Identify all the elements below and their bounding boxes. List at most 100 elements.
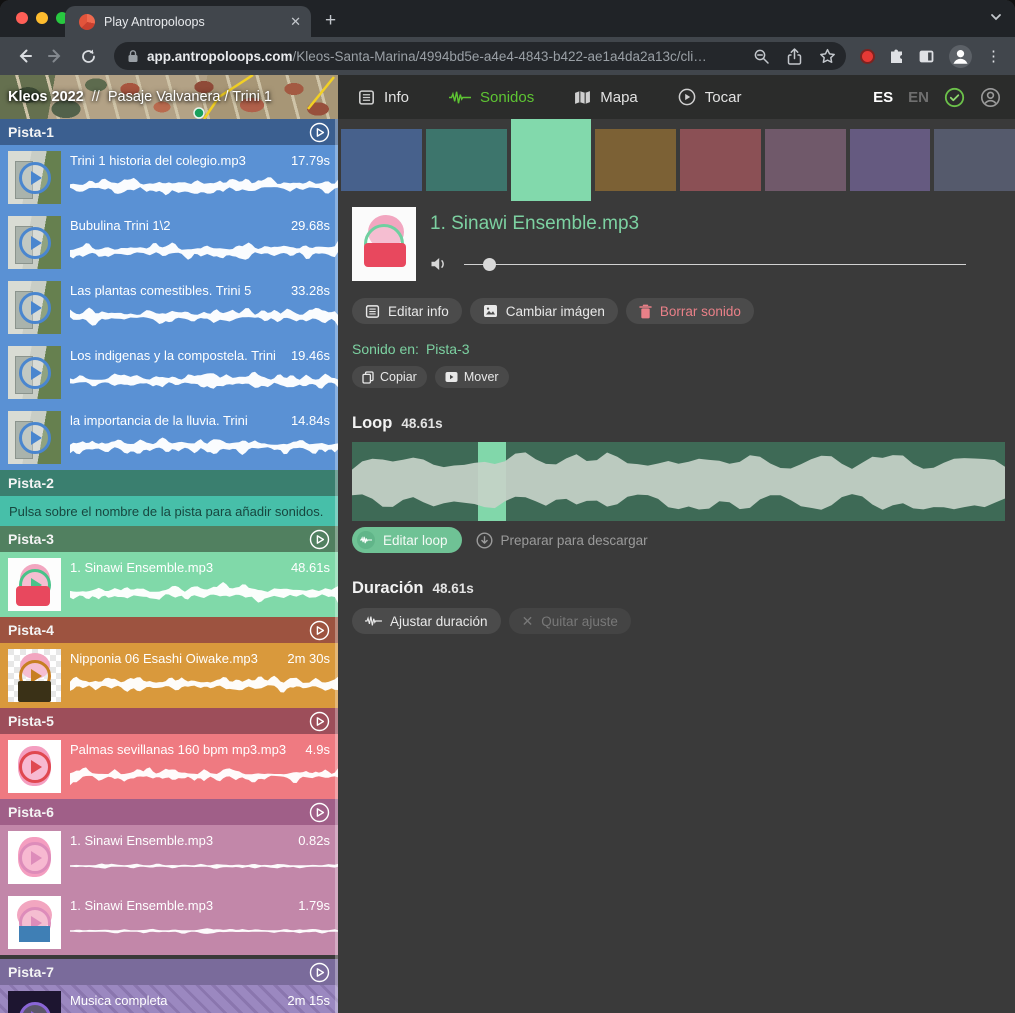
share-icon[interactable] xyxy=(787,48,802,65)
browser-profile-avatar[interactable] xyxy=(948,44,973,69)
track-color-swatch-1[interactable] xyxy=(341,129,422,191)
clip-play-button[interactable] xyxy=(19,751,51,783)
edit-info-button[interactable]: Editar info xyxy=(352,298,462,324)
project-map-thumbnail[interactable]: Kleos 2022 // Pasaje Valvanera / Trini 1 xyxy=(0,75,338,119)
track-name[interactable]: Pista-2 xyxy=(8,475,54,491)
clip-play-button[interactable] xyxy=(19,357,51,389)
clip-play-button[interactable] xyxy=(19,1002,51,1013)
change-image-button[interactable]: Cambiar imágen xyxy=(470,298,618,324)
clip-thumbnail[interactable] xyxy=(8,896,61,949)
clip-row[interactable]: Palmas sevillanas 160 bpm mp3.mp34.9s xyxy=(0,734,338,799)
back-button[interactable] xyxy=(10,42,38,70)
track-name[interactable]: Pista-4 xyxy=(8,622,54,638)
clip-row[interactable]: Trini 1 historia del colegio.mp317.79s xyxy=(0,145,338,210)
clip-play-button[interactable] xyxy=(19,842,51,874)
clip-play-button[interactable] xyxy=(19,660,51,692)
move-button[interactable]: Mover xyxy=(435,366,509,388)
play-button[interactable] xyxy=(364,224,404,264)
clip-thumbnail[interactable] xyxy=(8,151,61,204)
clip-row[interactable]: Los indigenas y la compostela. Trini19.4… xyxy=(0,340,338,405)
url-bar[interactable]: app.antropoloops.com/Kleos-Santa-Marina/… xyxy=(114,42,846,70)
clip-thumbnail[interactable] xyxy=(8,346,61,399)
clip-play-button[interactable] xyxy=(19,907,51,939)
clip-row[interactable]: Musica completa2m 15s xyxy=(0,985,338,1013)
tab-close-icon[interactable]: ✕ xyxy=(290,14,301,30)
clip-play-button[interactable] xyxy=(19,422,51,454)
record-extension-icon[interactable] xyxy=(860,49,875,64)
track-name[interactable]: Pista-5 xyxy=(8,713,54,729)
track-play-icon[interactable] xyxy=(309,122,330,143)
delete-sound-button[interactable]: Borrar sonido xyxy=(626,298,754,324)
loop-waveform-editor[interactable] xyxy=(352,442,1005,521)
tab-sonidos[interactable]: Sonidos xyxy=(449,89,534,106)
remove-adjust-button[interactable]: ✕ Quitar ajuste xyxy=(509,608,631,634)
clip-row[interactable]: la importancia de la lluvia. Trini14.84s xyxy=(0,405,338,470)
track-name[interactable]: Pista-3 xyxy=(8,531,54,547)
language-en[interactable]: EN xyxy=(908,89,929,106)
clip-thumbnail[interactable] xyxy=(8,831,61,884)
clip-row[interactable]: 1. Sinawi Ensemble.mp30.82s xyxy=(0,825,338,890)
tab-tocar[interactable]: Tocar xyxy=(678,88,742,106)
clip-thumbnail[interactable] xyxy=(8,558,61,611)
breadcrumb-path[interactable]: Pasaje Valvanera / Trini 1 xyxy=(108,89,272,105)
clip-thumbnail[interactable] xyxy=(8,216,61,269)
track-color-swatch-6[interactable] xyxy=(765,129,846,191)
track-play-icon[interactable] xyxy=(309,620,330,641)
track-name[interactable]: Pista-6 xyxy=(8,804,54,820)
prepare-download-button[interactable]: Preparar para descargar xyxy=(476,532,648,549)
clip-play-button[interactable] xyxy=(19,292,51,324)
split-view-icon[interactable] xyxy=(918,48,935,65)
track-header-pista-7[interactable]: Pista-7 xyxy=(0,959,338,985)
track-color-swatch-4[interactable] xyxy=(595,129,676,191)
minimize-window-button[interactable] xyxy=(36,12,48,24)
browser-menu-icon[interactable]: ⋮ xyxy=(986,47,1001,65)
track-color-swatch-7[interactable] xyxy=(850,129,931,191)
sidebar-scrollbar[interactable] xyxy=(335,119,338,1013)
adjust-duration-button[interactable]: Ajustar duración xyxy=(352,608,501,634)
track-name[interactable]: Pista-7 xyxy=(8,964,54,980)
clip-play-button[interactable] xyxy=(19,569,51,601)
clip-thumbnail[interactable] xyxy=(8,649,61,702)
reload-button[interactable] xyxy=(74,42,102,70)
new-tab-button[interactable]: + xyxy=(325,7,336,35)
extensions-puzzle-icon[interactable] xyxy=(888,48,905,65)
track-play-icon[interactable] xyxy=(309,802,330,823)
macos-traffic-lights[interactable] xyxy=(16,12,68,24)
track-play-icon[interactable] xyxy=(309,962,330,983)
track-name[interactable]: Pista-1 xyxy=(8,124,54,140)
clip-play-button[interactable] xyxy=(19,227,51,259)
track-color-swatch-5[interactable] xyxy=(680,129,761,191)
clip-row[interactable]: Nipponia 06 Esashi Oiwake.mp32m 30s xyxy=(0,643,338,708)
breadcrumb-project[interactable]: Kleos 2022 xyxy=(8,89,84,105)
track-header-pista-1[interactable]: Pista-1 xyxy=(0,119,338,145)
track-color-swatch-3[interactable] xyxy=(511,119,592,201)
track-header-pista-4[interactable]: Pista-4 xyxy=(0,617,338,643)
clip-row[interactable]: Bubulina Trini 1\229.68s xyxy=(0,210,338,275)
copy-button[interactable]: Copiar xyxy=(352,366,427,388)
zoom-out-icon[interactable] xyxy=(753,48,770,65)
clip-thumbnail[interactable] xyxy=(8,411,61,464)
clip-thumbnail[interactable] xyxy=(8,740,61,793)
volume-slider[interactable] xyxy=(464,258,966,271)
volume-slider-thumb[interactable] xyxy=(483,258,496,271)
clip-thumbnail[interactable] xyxy=(8,281,61,334)
tab-search-chevron-icon[interactable] xyxy=(989,10,1003,27)
track-play-icon[interactable] xyxy=(309,711,330,732)
track-header-pista-2[interactable]: Pista-2 xyxy=(0,470,338,496)
track-header-pista-6[interactable]: Pista-6 xyxy=(0,799,338,825)
clip-thumbnail[interactable] xyxy=(8,991,61,1013)
track-color-swatch-2[interactable] xyxy=(426,129,507,191)
breadcrumb[interactable]: Kleos 2022 // Pasaje Valvanera / Trini 1 xyxy=(0,75,338,119)
clip-row[interactable]: 1. Sinawi Ensemble.mp348.61s xyxy=(0,552,338,617)
language-es[interactable]: ES xyxy=(873,89,893,106)
clip-row[interactable]: Las plantas comestibles. Trini 533.28s xyxy=(0,275,338,340)
clip-row[interactable]: 1. Sinawi Ensemble.mp31.79s xyxy=(0,890,338,955)
track-color-swatch-8[interactable] xyxy=(934,129,1015,191)
track-header-pista-5[interactable]: Pista-5 xyxy=(0,708,338,734)
tab-info[interactable]: Info xyxy=(358,89,409,106)
close-window-button[interactable] xyxy=(16,12,28,24)
sound-image[interactable] xyxy=(352,207,416,281)
sound-in-track-link[interactable]: Pista-3 xyxy=(426,341,470,357)
forward-button[interactable] xyxy=(42,42,70,70)
track-header-pista-3[interactable]: Pista-3 xyxy=(0,526,338,552)
